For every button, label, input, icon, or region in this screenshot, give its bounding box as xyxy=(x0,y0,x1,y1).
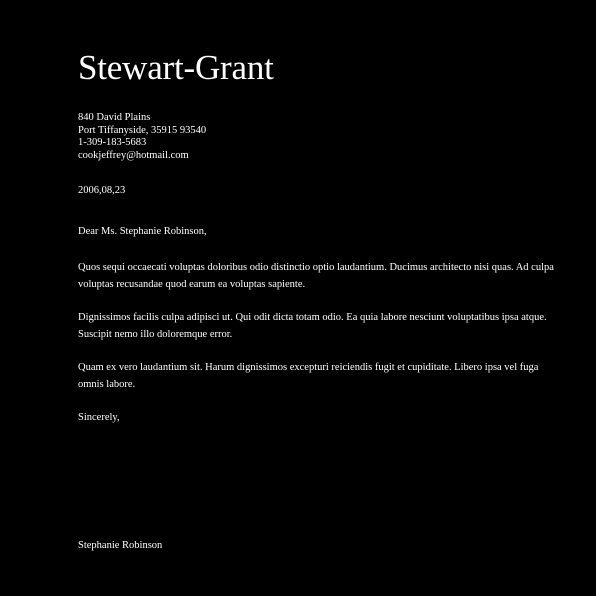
address-street: 840 David Plains xyxy=(78,112,151,123)
letter-date: 2006,08,23 xyxy=(78,185,126,196)
closing: Sincerely, xyxy=(78,412,120,423)
sender-address-block: 840 David Plains Port Tiffanyside, 35915… xyxy=(78,112,206,162)
address-phone: 1-309-183-5683 xyxy=(78,137,147,148)
address-email: cookjeffrey@hotmail.com xyxy=(78,149,189,161)
company-name: Stewart-Grant xyxy=(78,48,274,87)
body-paragraph-3: Quam ex vero laudantium sit. Harum digni… xyxy=(78,362,539,390)
salutation: Dear Ms. Stephanie Robinson, xyxy=(78,226,207,237)
signature-name: Stephanie Robinson xyxy=(78,540,163,551)
body-paragraph-1: Quos sequi occaecati voluptas doloribus … xyxy=(78,262,554,290)
address-city: Port Tiffanyside, 35915 93540 xyxy=(78,124,207,136)
body-paragraph-2: Dignissimos facilis culpa adipisci ut. Q… xyxy=(78,312,547,340)
